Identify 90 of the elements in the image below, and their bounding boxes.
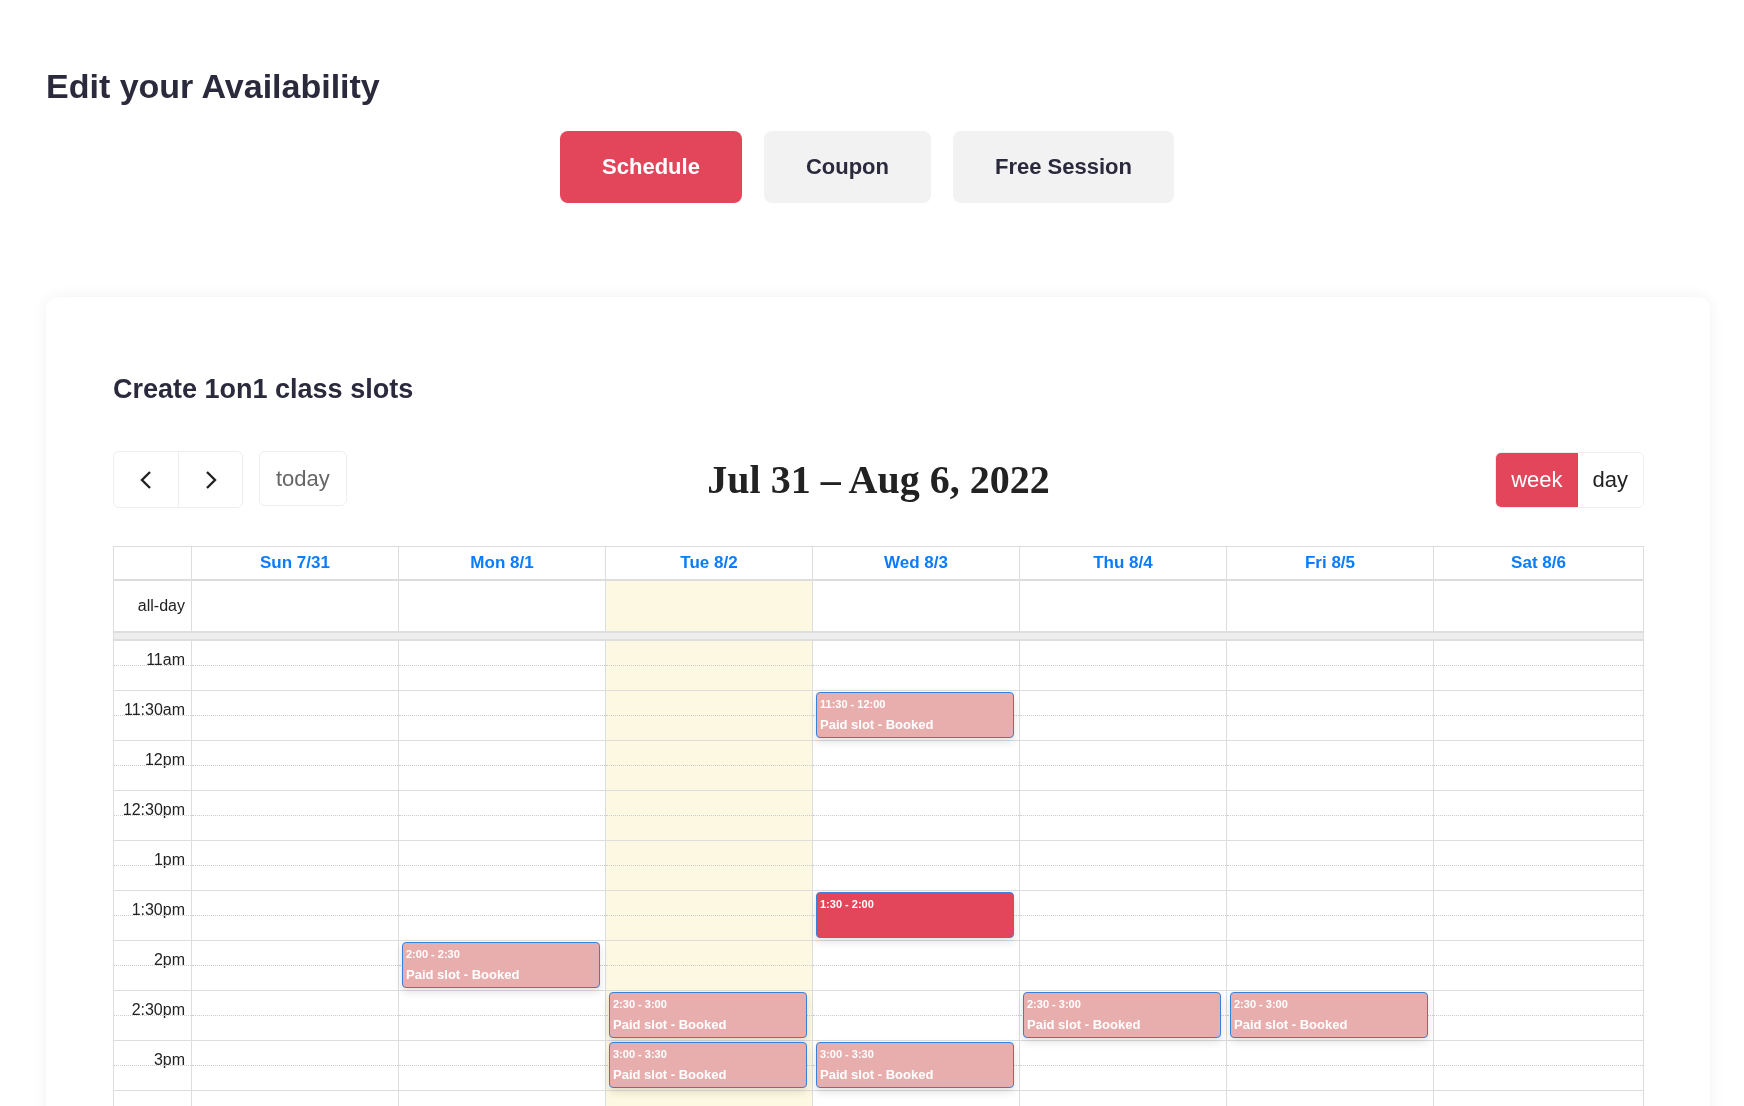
time-slot-cell[interactable]	[1226, 1040, 1433, 1090]
time-slot-cell[interactable]	[191, 990, 398, 1040]
time-slot-cell[interactable]	[191, 1040, 398, 1090]
time-slot-cell[interactable]	[605, 940, 812, 990]
time-label: 1pm	[153, 851, 185, 870]
day-header[interactable]: Thu 8/4	[1093, 553, 1153, 573]
event-time: 11:30 - 12:00	[820, 698, 886, 711]
time-slot-cell[interactable]	[1226, 890, 1433, 940]
time-slot-cell[interactable]	[1226, 840, 1433, 890]
event-time: 3:00 - 3:30	[820, 1048, 874, 1061]
event-title: Paid slot - Booked	[406, 967, 520, 982]
event-time: 2:30 - 3:00	[1234, 998, 1288, 1011]
day-header[interactable]: Fri 8/5	[1304, 553, 1356, 573]
time-label: 2pm	[153, 951, 185, 970]
event-title: Paid slot - Booked	[820, 717, 934, 732]
time-slot-cell[interactable]	[1226, 790, 1433, 840]
time-slot-cell[interactable]	[812, 990, 1019, 1040]
time-slot-cell[interactable]	[1433, 640, 1643, 690]
tab[interactable]: Coupon	[763, 131, 931, 203]
time-slot-cell[interactable]	[1019, 690, 1226, 740]
time-label: 12:30pm	[122, 801, 185, 820]
event-title: Paid slot - Booked	[820, 1067, 934, 1082]
time-slot-cell[interactable]	[1226, 640, 1433, 690]
time-slot-cell[interactable]	[1433, 990, 1643, 1040]
time-slot-cell[interactable]	[1019, 890, 1226, 940]
time-slot-cell[interactable]	[812, 640, 1019, 690]
event-title: Paid slot - Booked	[613, 1067, 727, 1082]
time-slot-cell[interactable]	[1433, 1040, 1643, 1090]
date-range-title: Jul 31 – Aug 6, 2022	[707, 456, 1050, 503]
day-header[interactable]: Sun 7/31	[260, 553, 330, 573]
day-header[interactable]: Sat 8/6	[1511, 553, 1566, 573]
view-toggle[interactable]: week	[1496, 452, 1578, 507]
chevron-left-icon	[140, 469, 152, 490]
chevron-right-icon	[204, 469, 217, 490]
event-title: Paid slot - Booked	[1234, 1017, 1348, 1032]
time-slot-cell[interactable]	[1433, 740, 1643, 790]
time-slot-cell[interactable]	[1433, 690, 1643, 740]
time-slot-cell[interactable]	[1019, 740, 1226, 790]
time-slot-cell[interactable]	[191, 640, 398, 690]
event-title: Paid slot - Booked	[613, 1017, 727, 1032]
time-slot-cell[interactable]	[605, 840, 812, 890]
event-time: 2:00 - 2:30	[406, 948, 460, 961]
time-slot-cell[interactable]	[191, 890, 398, 940]
time-slot-cell[interactable]	[605, 790, 812, 840]
page-title: Edit your Availability	[46, 66, 381, 106]
time-label: 2:30pm	[131, 1001, 185, 1020]
time-slot-cell[interactable]	[1433, 890, 1643, 940]
event-time: 3:00 - 3:30	[613, 1048, 667, 1061]
day-header[interactable]: Tue 8/2	[680, 553, 738, 573]
time-slot-cell[interactable]	[812, 790, 1019, 840]
section-title: Create 1on1 class slots	[113, 373, 415, 406]
time-slot-cell[interactable]	[1019, 1040, 1226, 1090]
event-time: 2:30 - 3:00	[1027, 998, 1081, 1011]
time-slot-cell[interactable]	[605, 640, 812, 690]
time-slot-cell[interactable]	[1433, 790, 1643, 840]
all-day-label: all-day	[137, 597, 185, 615]
event-time: 2:30 - 3:00	[613, 998, 667, 1011]
time-slot-cell[interactable]	[191, 790, 398, 840]
time-slot-cell[interactable]	[812, 740, 1019, 790]
time-slot-cell[interactable]	[1433, 940, 1643, 990]
event-title: Paid slot - Booked	[1027, 1017, 1141, 1032]
all-day-cell[interactable]	[605, 581, 812, 631]
time-slot-cell[interactable]	[605, 890, 812, 940]
time-slot-cell[interactable]	[1433, 840, 1643, 890]
time-slot-cell[interactable]	[1226, 940, 1433, 990]
time-slot-cell[interactable]	[191, 840, 398, 890]
time-slot-cell[interactable]	[1226, 690, 1433, 740]
event-time: 1:30 - 2:00	[820, 898, 874, 911]
time-label: 3pm	[153, 1051, 185, 1070]
time-slot-cell[interactable]	[605, 690, 812, 740]
day-header[interactable]: Wed 8/3	[884, 553, 948, 573]
time-slot-cell[interactable]	[812, 940, 1019, 990]
time-slot-cell[interactable]	[191, 940, 398, 990]
time-slot-cell[interactable]	[1019, 940, 1226, 990]
today-button[interactable]: today	[259, 451, 347, 506]
time-slot-cell[interactable]	[191, 690, 398, 740]
time-label: 12pm	[144, 751, 185, 770]
time-slot-cell[interactable]	[1019, 840, 1226, 890]
time-slot-cell[interactable]	[1019, 640, 1226, 690]
time-label: 11am	[146, 651, 185, 670]
tab[interactable]: Free Session	[952, 131, 1174, 203]
tab[interactable]: Schedule	[560, 131, 742, 203]
time-label: 11:30am	[123, 701, 185, 720]
time-slot-cell[interactable]	[605, 740, 812, 790]
time-slot-cell[interactable]	[812, 840, 1019, 890]
time-slot-cell[interactable]	[1226, 740, 1433, 790]
time-label: 1:30pm	[131, 901, 185, 920]
time-slot-cell[interactable]	[191, 740, 398, 790]
time-slot-cell[interactable]	[1019, 790, 1226, 840]
day-header[interactable]: Mon 8/1	[470, 553, 534, 573]
